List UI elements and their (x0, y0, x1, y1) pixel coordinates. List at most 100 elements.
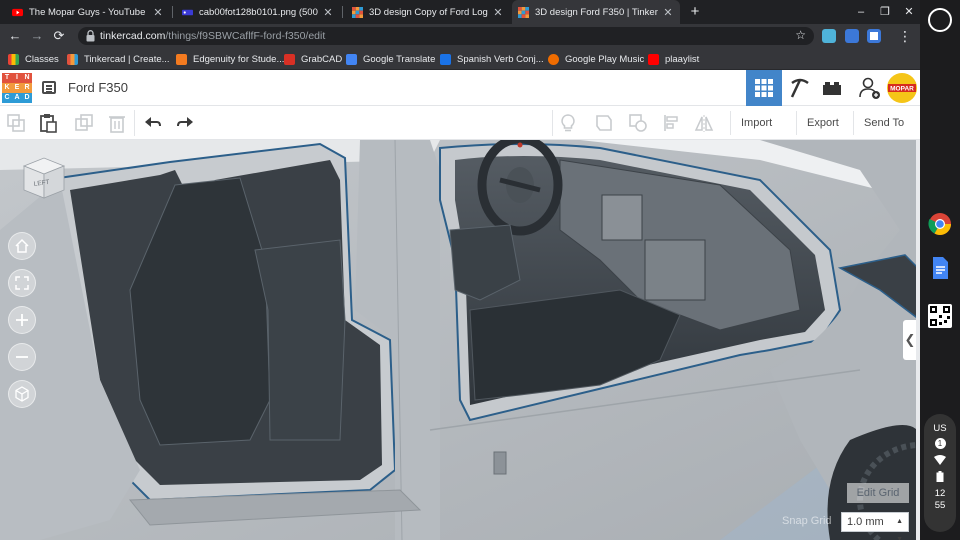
grid-view-button[interactable] (746, 70, 782, 106)
home-view-button[interactable] (8, 232, 36, 260)
bricks-view-button[interactable] (814, 70, 850, 106)
tab-divider (172, 6, 173, 18)
bookmark-item[interactable]: Google Play Music (548, 51, 644, 67)
tinkercad-toolbar: Import Export Send To (0, 106, 920, 140)
copy-icon[interactable] (6, 113, 26, 133)
paste-icon[interactable] (38, 113, 58, 133)
blocks-view-button[interactable] (782, 70, 818, 106)
tinkercad-logo[interactable]: T I N K E R C A D (2, 73, 32, 103)
redo-icon[interactable] (175, 113, 195, 133)
tab-close-icon[interactable]: ✕ (662, 6, 674, 19)
zoom-out-button[interactable] (8, 343, 36, 371)
reload-button[interactable]: ⟳ (50, 27, 68, 45)
edgenuity-icon (176, 53, 187, 65)
bookmark-item[interactable]: GrabCAD (284, 51, 342, 67)
bookmark-label: GrabCAD (301, 53, 343, 65)
tinkercad-header: T I N K E R C A D Ford F350 MOPAR (0, 70, 920, 106)
tab-close-icon[interactable]: ✕ (322, 6, 334, 19)
bookmark-label: Spanish Verb Conj... (457, 53, 544, 65)
wifi-icon (934, 455, 946, 465)
logo-letter: I (12, 73, 22, 83)
group-icon[interactable] (594, 113, 614, 133)
grid-view-icon (755, 79, 773, 97)
lightbulb-icon[interactable] (558, 113, 578, 133)
tab-ford-f350[interactable]: 3D design Ford F350 | Tinkercad ✕ (512, 0, 680, 24)
chrome-icon[interactable] (928, 212, 952, 236)
status-tray[interactable]: US 1 12 55 (924, 414, 956, 532)
tab-divider (342, 6, 343, 18)
grabcad-icon (284, 53, 295, 65)
bookmark-item[interactable]: Edgenuity for Stude... (176, 51, 284, 67)
add-user-button[interactable] (852, 70, 888, 106)
bookmark-star-icon[interactable]: ☆ (795, 28, 806, 42)
translate-icon (346, 53, 357, 65)
tab-close-icon[interactable]: ✕ (492, 6, 504, 19)
url-path: /things/f9SBWCaflfF-ford-f350/edit (165, 30, 326, 42)
tab-title: cab00fot128b0101.png (500×2 (199, 6, 318, 18)
tab-ford-logo[interactable]: 3D design Copy of Ford Logo | T ✕ (346, 0, 510, 24)
tab-title: The Mopar Guys - YouTube (29, 6, 146, 18)
new-tab-button[interactable]: + (686, 2, 704, 22)
tab-title: 3D design Copy of Ford Logo | T (369, 6, 488, 18)
cube-icon (15, 386, 29, 402)
design-title[interactable]: Ford F350 (68, 80, 128, 95)
bricks-icon (823, 82, 841, 95)
google-docs-icon[interactable] (928, 256, 952, 280)
extension-icon[interactable] (822, 29, 836, 43)
panel-toggle-handle[interactable]: ❮ (903, 320, 917, 360)
mopar-avatar: MOPAR (887, 73, 917, 103)
tab-close-icon[interactable]: ✕ (152, 6, 164, 19)
minimize-button[interactable]: – (852, 3, 870, 21)
export-button[interactable]: Export (796, 111, 849, 135)
play-music-icon (548, 53, 559, 65)
browser-toolbar: ← → ⟳ tinkercad.com/things/f9SBWCaflfF-f… (0, 24, 920, 48)
caret-up-down-icon: ▲ ▼ (896, 518, 903, 540)
home-icon (15, 238, 29, 253)
back-button[interactable]: ← (6, 27, 24, 45)
bookmark-item[interactable]: Spanish Verb Conj... (440, 51, 544, 67)
tab-image-png[interactable]: cab00fot128b0101.png (500×2 ✕ (176, 0, 340, 24)
launcher-button[interactable] (928, 8, 952, 32)
snap-grid-select[interactable]: 1.0 mm ▲ ▼ (841, 512, 909, 540)
extension-icon[interactable] (845, 29, 859, 43)
align-icon[interactable] (662, 113, 682, 133)
user-avatar[interactable]: MOPAR (885, 70, 919, 106)
address-bar[interactable]: tinkercad.com/things/f9SBWCaflfF-ford-f3… (78, 27, 814, 45)
edit-grid-button[interactable]: Edit Grid (847, 483, 909, 503)
duplicate-icon[interactable] (74, 113, 94, 133)
ungroup-icon[interactable] (628, 113, 648, 133)
extension-icon[interactable] (867, 29, 881, 43)
viewcube[interactable]: LEFT (20, 154, 68, 202)
import-button[interactable]: Import (730, 111, 782, 135)
send-to-button[interactable]: Send To (853, 111, 914, 135)
restore-button[interactable]: ❐ (876, 3, 894, 21)
toolbar-divider (134, 110, 135, 136)
forward-button[interactable]: → (28, 27, 46, 45)
fit-view-button[interactable] (8, 269, 36, 297)
logo-letter: T (2, 73, 12, 83)
truck-3d-model[interactable] (0, 140, 920, 540)
clock-minute: 55 (934, 500, 946, 511)
tab-title: 3D design Ford F350 | Tinkercad (535, 6, 658, 18)
workplane-viewport[interactable]: LEFT ❮ Edit Grid Snap Grid 1.0 mm ▲ ▼ (0, 140, 920, 540)
bookmark-item[interactable]: plaaylist (648, 51, 699, 67)
logo-letter: D (22, 93, 32, 103)
snap-grid-label: Snap Grid (782, 515, 832, 527)
zoom-in-icon (16, 314, 28, 326)
mirror-icon[interactable] (694, 113, 714, 133)
snap-grid-value: 1.0 mm (847, 516, 884, 528)
close-window-button[interactable]: ✕ (900, 3, 918, 21)
perspective-button[interactable] (8, 380, 36, 408)
delete-icon[interactable] (107, 113, 127, 133)
qr-code-icon[interactable] (928, 304, 952, 328)
notification-badge: 1 (934, 438, 946, 449)
design-list-icon[interactable] (42, 81, 56, 94)
tab-mopar-guys[interactable]: The Mopar Guys - YouTube ✕ (6, 0, 170, 24)
undo-icon[interactable] (143, 113, 163, 133)
bookmark-item[interactable]: Google Translate (346, 51, 435, 67)
bookmark-item[interactable]: Tinkercad | Create... (67, 51, 170, 67)
bookmark-label: Google Translate (363, 53, 436, 65)
bookmark-item[interactable]: Classes (8, 51, 59, 67)
chrome-menu-icon[interactable]: ⋮ (896, 27, 914, 45)
zoom-in-button[interactable] (8, 306, 36, 334)
